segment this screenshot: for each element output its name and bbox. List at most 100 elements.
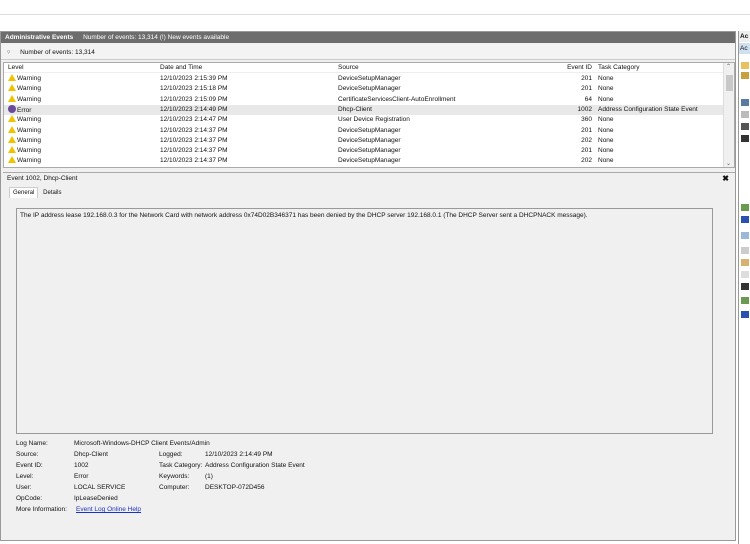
date-cell: 12/10/2023 2:14:37 PM bbox=[160, 136, 228, 144]
col-date[interactable]: Date and Time bbox=[160, 63, 202, 73]
source-cell: User Device Registration bbox=[338, 116, 410, 124]
tab-details[interactable]: Details bbox=[40, 188, 64, 198]
task-category-label: Task Category: bbox=[159, 462, 203, 469]
attach-task-icon[interactable] bbox=[741, 247, 749, 254]
help-icon[interactable] bbox=[741, 216, 749, 223]
filter-icon: ▿ bbox=[7, 49, 11, 56]
task-category-cell: None bbox=[598, 147, 614, 155]
source-cell: DeviceSetupManager bbox=[338, 75, 401, 82]
logged-label: Logged: bbox=[159, 451, 183, 458]
table-row[interactable]: Warning 12/10/2023 2:15:09 PM Certificat… bbox=[4, 94, 724, 105]
event-id-cell: 202 bbox=[581, 136, 592, 144]
detail-title: Event 1002, Dhcp-Client bbox=[7, 175, 78, 182]
event-log-help-link[interactable]: Event Log Online Help bbox=[76, 506, 141, 513]
level-cell: Warning bbox=[8, 125, 41, 136]
warning-icon bbox=[8, 135, 16, 143]
log-name-value: Microsoft-Windows-DHCP Client Events/Adm… bbox=[74, 440, 210, 447]
task-category-value: Address Configuration State Event bbox=[205, 462, 305, 469]
save-icon[interactable] bbox=[741, 135, 749, 142]
filter-icon[interactable] bbox=[741, 72, 749, 79]
level-cell: Warning bbox=[8, 115, 41, 125]
copy-details-icon[interactable] bbox=[741, 271, 749, 278]
properties-icon[interactable] bbox=[741, 111, 749, 118]
date-cell: 12/10/2023 2:14:37 PM bbox=[160, 157, 228, 165]
date-cell: 12/10/2023 2:14:49 PM bbox=[160, 105, 228, 113]
date-cell: 12/10/2023 2:15:09 PM bbox=[160, 95, 228, 103]
scroll-thumb[interactable] bbox=[726, 75, 733, 91]
col-source[interactable]: Source bbox=[338, 63, 359, 73]
task-category-cell: None bbox=[598, 116, 614, 124]
log-name-label: Log Name: bbox=[16, 440, 48, 447]
scroll-down-icon[interactable]: ⌄ bbox=[726, 160, 731, 167]
event-id-cell: 202 bbox=[581, 157, 592, 165]
source-cell: DeviceSetupManager bbox=[338, 157, 401, 165]
table-row[interactable]: Warning 12/10/2023 2:14:47 PM User Devic… bbox=[4, 115, 724, 125]
task-category-cell: Address Configuration State Event bbox=[598, 105, 698, 113]
source-label: Source: bbox=[16, 451, 39, 458]
task-category-cell: None bbox=[598, 85, 614, 93]
table-row[interactable]: Warning 12/10/2023 2:14:37 PM DeviceSetu… bbox=[4, 135, 724, 146]
user-label: User: bbox=[16, 484, 32, 491]
date-cell: 12/10/2023 2:14:37 PM bbox=[160, 147, 228, 155]
task-category-cell: None bbox=[598, 136, 614, 144]
actions-pane: Ac Ac bbox=[738, 31, 750, 544]
close-icon[interactable]: ✖ bbox=[722, 174, 729, 183]
open-icon[interactable] bbox=[741, 62, 749, 69]
level-cell: Warning bbox=[8, 146, 41, 156]
source-value: Dhcp-Client bbox=[74, 451, 108, 458]
table-row[interactable]: Warning 12/10/2023 2:14:37 PM DeviceSetu… bbox=[4, 156, 724, 166]
event-id-cell: 201 bbox=[581, 75, 592, 82]
col-task-category[interactable]: Task Category bbox=[598, 63, 640, 73]
date-cell: 12/10/2023 2:14:47 PM bbox=[160, 116, 228, 124]
event-id-cell: 64 bbox=[584, 95, 592, 103]
event-viewer-main: Administrative Events Number of events: … bbox=[0, 31, 736, 541]
task-category-cell: None bbox=[598, 157, 614, 165]
help-icon[interactable] bbox=[741, 311, 749, 318]
task-category-cell: None bbox=[598, 75, 614, 82]
event-id-cell: 1002 bbox=[577, 105, 592, 113]
computer-value: DESKTOP-072D456 bbox=[205, 484, 265, 491]
col-level[interactable]: Level bbox=[8, 63, 24, 73]
view-info: Number of events: 13,314 (!) New events … bbox=[83, 34, 230, 41]
grid-header: Level Date and Time Source Event ID Task… bbox=[4, 63, 724, 74]
event-message: The IP address lease 192.168.0.3 for the… bbox=[16, 208, 713, 434]
refresh-icon[interactable] bbox=[741, 204, 749, 211]
detail-tabs: General Details bbox=[9, 187, 65, 199]
grid-scrollbar[interactable]: ⌃ ⌄ bbox=[723, 63, 734, 167]
col-event-id[interactable]: Event ID bbox=[544, 63, 592, 73]
source-cell: DeviceSetupManager bbox=[338, 85, 401, 93]
copy-icon[interactable] bbox=[741, 259, 749, 266]
refresh-icon[interactable] bbox=[741, 297, 749, 304]
level-cell: Warning bbox=[8, 156, 41, 166]
logged-value: 12/10/2023 2:14:49 PM bbox=[205, 451, 273, 458]
table-row[interactable]: Warning 12/10/2023 2:15:18 PM DeviceSetu… bbox=[4, 84, 724, 94]
save-event-icon[interactable] bbox=[741, 283, 749, 290]
event-id-cell: 201 bbox=[581, 147, 592, 155]
date-cell: 12/10/2023 2:15:39 PM bbox=[160, 75, 228, 82]
task-category-cell: None bbox=[598, 126, 614, 134]
detail-header: Event 1002, Dhcp-Client ✖ bbox=[3, 172, 735, 184]
tab-general[interactable]: General bbox=[9, 187, 39, 198]
computer-label: Computer: bbox=[159, 484, 190, 491]
date-cell: 12/10/2023 2:15:18 PM bbox=[160, 85, 228, 93]
error-icon bbox=[8, 104, 16, 113]
opcode-value: IpLeaseDenied bbox=[74, 495, 118, 502]
event-properties-icon[interactable] bbox=[741, 232, 749, 239]
source-cell: DeviceSetupManager bbox=[338, 136, 401, 144]
level-cell: Warning bbox=[8, 84, 41, 94]
event-count: Number of events: 13,314 bbox=[20, 49, 95, 56]
source-cell: CertificateServicesClient-AutoEnrollment bbox=[338, 95, 456, 103]
events-grid: Level Date and Time Source Event ID Task… bbox=[3, 62, 735, 168]
event-id-label: Event ID: bbox=[16, 462, 43, 469]
event-id-value: 1002 bbox=[74, 462, 89, 469]
table-row[interactable]: Warning 12/10/2023 2:14:37 PM DeviceSetu… bbox=[4, 125, 724, 136]
table-row[interactable]: Error 12/10/2023 2:14:49 PM Dhcp-Client … bbox=[4, 104, 724, 116]
opcode-label: OpCode: bbox=[16, 495, 43, 502]
level-value: Error bbox=[74, 473, 89, 480]
scroll-up-icon[interactable]: ⌃ bbox=[726, 63, 731, 70]
table-row[interactable]: Warning 12/10/2023 2:14:37 PM DeviceSetu… bbox=[4, 146, 724, 156]
filter-icon[interactable] bbox=[741, 99, 749, 106]
table-row[interactable]: Warning 12/10/2023 2:15:39 PM DeviceSetu… bbox=[4, 74, 724, 84]
find-icon[interactable] bbox=[741, 123, 749, 130]
level-label: Level: bbox=[16, 473, 34, 480]
